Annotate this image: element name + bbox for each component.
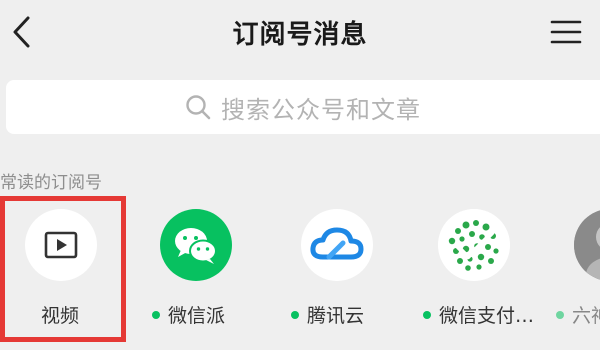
wechat-logo-icon — [175, 228, 217, 264]
menu-button[interactable] — [546, 14, 586, 50]
weixinpai-avatar — [160, 209, 232, 281]
account-name: 微信派 — [168, 305, 226, 327]
account-label-weixinpai: 微信派 — [152, 301, 225, 328]
page-title: 订阅号消息 — [232, 20, 368, 50]
section-label-frequent: 常读的订阅号 — [0, 173, 102, 193]
unread-dot — [423, 310, 431, 319]
wechat-pay-avatar — [438, 209, 510, 281]
account-weixinpai[interactable]: 微信派 — [134, 209, 264, 339]
hamburger-menu-icon — [550, 20, 582, 44]
account-liushen[interactable]: 六神 — [548, 209, 600, 339]
highlight-box — [0, 196, 126, 342]
unread-dot — [291, 310, 299, 319]
top-nav-bar: 订阅号消息 — [0, 0, 600, 66]
account-label-liushen: 六神 — [556, 301, 600, 328]
account-name: 腾讯云 — [307, 305, 365, 327]
portrait-photo-icon — [574, 209, 600, 281]
account-tencent-cloud[interactable]: 腾讯云 — [275, 209, 405, 339]
account-name: 微信支付… — [439, 305, 535, 327]
subscription-messages-screen: 订阅号消息 搜索公众号和文章 常读的订阅号 视频 微信派 腾讯云 微信支付… 六 — [0, 0, 600, 350]
search-inner: 搜索公众号和文章 — [185, 90, 421, 125]
wechat-pay-logo-icon — [438, 209, 510, 281]
tencent-cloud-logo-icon — [310, 227, 364, 260]
search-input[interactable]: 搜索公众号和文章 — [6, 80, 600, 134]
tencent-cloud-avatar — [301, 209, 373, 281]
unread-dot — [556, 310, 564, 319]
unread-dot — [152, 310, 160, 319]
search-placeholder: 搜索公众号和文章 — [221, 95, 421, 124]
account-name: 六神 — [572, 305, 600, 327]
account-label-wechat-pay: 微信支付… — [423, 301, 534, 328]
account-label-tencent-cloud: 腾讯云 — [291, 301, 364, 328]
liushen-avatar — [574, 209, 600, 281]
account-wechat-pay[interactable]: 微信支付… — [410, 209, 540, 339]
search-icon — [186, 95, 211, 120]
